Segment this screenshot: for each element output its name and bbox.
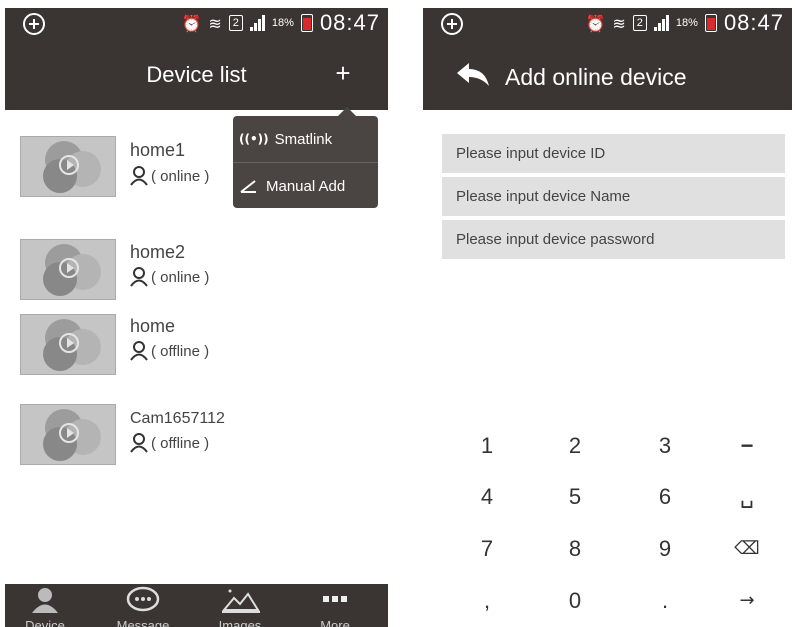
tab-label: Images	[218, 618, 262, 627]
person-icon	[130, 433, 148, 453]
device-row-cam1657112[interactable]: Cam1657112 ( offline )	[5, 400, 388, 480]
battery-percent: 18%	[675, 17, 698, 29]
play-icon	[59, 258, 79, 278]
device-status-text: ( offline )	[151, 342, 210, 360]
key-8[interactable]: 8	[545, 529, 605, 569]
device-password-field[interactable]	[442, 220, 785, 259]
chat-bubble-icon	[126, 586, 160, 612]
device-name: Cam1657112	[130, 410, 225, 427]
device-status: ( offline )	[130, 341, 209, 361]
menu-item-label: Smatlink	[274, 130, 333, 148]
pen-angle-icon	[240, 180, 256, 193]
key-6[interactable]: 6	[635, 477, 695, 517]
notification-count-icon: 2	[228, 15, 243, 31]
alarm-icon: ⏰	[585, 13, 606, 33]
status-bar: ⏰ ≋ 2 18% 08:47	[423, 8, 792, 44]
add-circle-icon	[23, 13, 45, 35]
menu-item-smartlink[interactable]: ((•)) Smatlink	[233, 116, 378, 162]
key-2[interactable]: 2	[545, 426, 605, 466]
battery-percent: 18%	[271, 17, 294, 29]
device-name-field[interactable]	[442, 177, 785, 216]
device-status-text: ( online )	[151, 167, 210, 185]
play-icon	[59, 155, 79, 175]
bottom-tab-bar: Device Message Images More	[5, 584, 388, 627]
tab-label: Message	[116, 618, 170, 627]
battery-icon	[704, 14, 717, 32]
numeric-keypad: 1 2 3 − 4 5 6 ␣ 7 8 9 ⌫ , 0 . →	[423, 426, 792, 626]
key-comma[interactable]: ,	[457, 581, 517, 621]
status-bar: ⏰ ≋ 2 18% 08:47	[5, 8, 388, 44]
add-device-button[interactable]: +	[328, 58, 358, 89]
tab-label: More	[320, 618, 350, 627]
tab-device[interactable]: Device	[5, 584, 85, 627]
key-9[interactable]: 9	[635, 529, 695, 569]
device-row-home[interactable]: home ( offline )	[5, 310, 388, 390]
battery-icon	[300, 14, 313, 32]
wireless-icon: ((•))	[239, 132, 269, 146]
add-circle-icon	[441, 13, 463, 35]
device-name: home2	[130, 242, 186, 262]
notification-count-icon: 2	[632, 15, 647, 31]
device-name: home	[130, 316, 176, 336]
add-device-screen: ⏰ ≋ 2 18% 08:47 Add online device 1 2 3 …	[423, 8, 792, 627]
wifi-icon: ≋	[208, 13, 222, 33]
device-status-text: ( offline )	[151, 434, 210, 452]
clock-time: 08:47	[723, 10, 784, 35]
camera-thumbnail[interactable]	[20, 404, 116, 465]
alarm-icon: ⏰	[181, 13, 202, 33]
app-bar: Add online device	[423, 44, 792, 110]
key-0[interactable]: 0	[545, 581, 605, 621]
person-icon	[130, 166, 148, 186]
camera-thumbnail[interactable]	[20, 239, 116, 300]
device-status: ( online )	[130, 267, 209, 287]
key-enter[interactable]: →	[717, 581, 777, 621]
tab-label: Device	[25, 618, 65, 627]
key-5[interactable]: 5	[545, 477, 605, 517]
tab-images[interactable]: Images	[200, 584, 280, 627]
person-icon	[130, 267, 148, 287]
camera-thumbnail[interactable]	[20, 314, 116, 375]
tab-more[interactable]: More	[295, 584, 375, 627]
person-icon	[32, 588, 58, 613]
device-status-text: ( online )	[151, 268, 210, 286]
signal-icon	[249, 15, 265, 31]
camera-thumbnail[interactable]	[20, 136, 116, 197]
app-bar: Device list +	[5, 44, 388, 110]
key-1[interactable]: 1	[457, 426, 517, 466]
device-name: home1	[130, 140, 186, 160]
key-period[interactable]: .	[635, 581, 695, 621]
device-form	[442, 134, 785, 263]
device-row-home2[interactable]: home2 ( online )	[5, 235, 388, 315]
tab-message[interactable]: Message	[103, 584, 183, 627]
key-7[interactable]: 7	[457, 529, 517, 569]
device-id-field[interactable]	[442, 134, 785, 173]
person-icon	[130, 341, 148, 361]
key-backspace[interactable]: ⌫	[717, 529, 777, 569]
device-status: ( online )	[130, 166, 209, 186]
signal-icon	[653, 15, 669, 31]
menu-item-label: Manual Add	[266, 177, 346, 195]
page-title: Add online device	[505, 64, 687, 90]
key-minus[interactable]: −	[717, 426, 777, 466]
menu-item-manual-add[interactable]: Manual Add	[233, 162, 378, 209]
back-arrow-icon[interactable]	[453, 60, 493, 94]
device-status: ( offline )	[130, 433, 209, 453]
mountain-image-icon	[221, 589, 260, 613]
play-icon	[59, 423, 79, 443]
wifi-icon: ≋	[612, 13, 626, 33]
key-space[interactable]: ␣	[717, 477, 777, 517]
play-icon	[59, 333, 79, 353]
more-dots-icon	[323, 596, 347, 602]
device-list-screen: ⏰ ≋ 2 18% 08:47 Device list + home1 ( on…	[5, 8, 388, 627]
clock-time: 08:47	[319, 10, 380, 35]
key-3[interactable]: 3	[635, 426, 695, 466]
key-4[interactable]: 4	[457, 477, 517, 517]
add-device-menu: ((•)) Smatlink Manual Add	[233, 107, 378, 209]
